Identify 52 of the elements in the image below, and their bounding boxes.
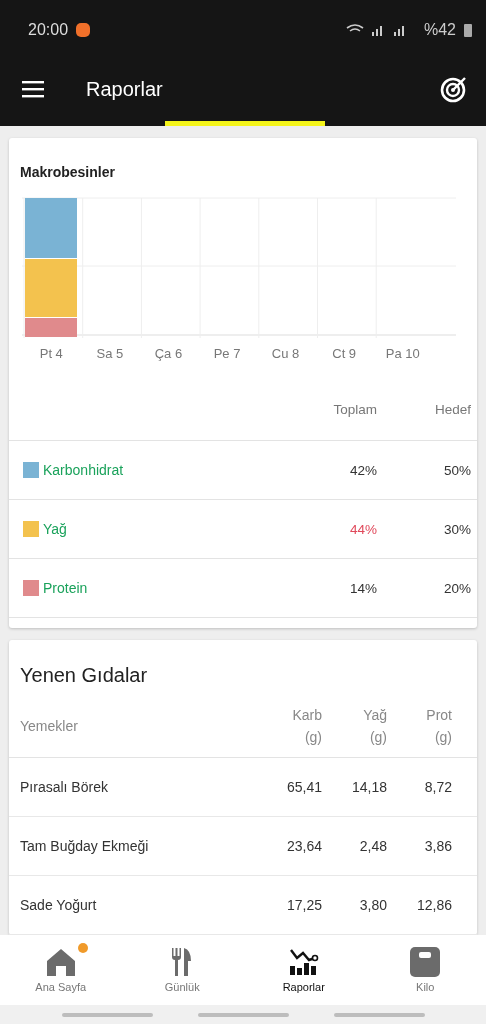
table-cell-text: Sade Yoğurt bbox=[20, 897, 98, 913]
axis-label: Ça 6 bbox=[153, 346, 184, 361]
target-value: 50% bbox=[442, 462, 471, 478]
table-cell-text: 8,72 bbox=[423, 779, 452, 795]
nav-tab[interactable]: Ana Sayfa bbox=[0, 935, 122, 1005]
table-cell-text: Tam Buğday Ekmeği bbox=[20, 838, 150, 854]
nav-tab[interactable]: Günlük bbox=[121, 935, 243, 1005]
target-value: 20% bbox=[442, 580, 471, 596]
house-icon bbox=[45, 948, 76, 976]
axis-label: Pt 4 bbox=[38, 346, 64, 361]
status-time: 20:00 bbox=[28, 21, 69, 39]
scale-icon bbox=[410, 947, 441, 977]
column-header: Karb (g) bbox=[291, 706, 322, 747]
battery-level: %42 bbox=[423, 21, 456, 39]
card-title: Yenen Gıdalar bbox=[19, 663, 149, 688]
card-title: Makrobesinler bbox=[19, 163, 116, 182]
table-cell-text: 12,86 bbox=[415, 897, 452, 913]
table-cell-text: Pırasalı Börek bbox=[20, 779, 109, 795]
table-cell-text: 65,41 bbox=[285, 779, 322, 795]
axis-label: Pe 7 bbox=[212, 346, 242, 361]
table-cell-text: 2,48 bbox=[358, 838, 387, 854]
total-value: 14% bbox=[348, 580, 377, 596]
app-title: Raporlar bbox=[86, 77, 163, 101]
table-cell-text: 3,80 bbox=[358, 897, 387, 913]
target-value: 30% bbox=[442, 521, 471, 537]
notification-app-icon bbox=[76, 23, 91, 37]
axis-label: Cu 8 bbox=[270, 346, 301, 361]
chart-icon bbox=[288, 948, 319, 976]
nav-tab[interactable]: Raporlar bbox=[243, 935, 365, 1005]
battery-icon bbox=[464, 23, 472, 37]
macro-name: Yağ bbox=[43, 521, 68, 537]
macro-name: Karbonhidrat bbox=[43, 462, 125, 478]
column-header: Hedef bbox=[433, 402, 471, 417]
column-header: Toplam bbox=[332, 402, 377, 417]
total-value: 44% bbox=[348, 521, 377, 537]
column-header: Prot (g) bbox=[425, 706, 452, 747]
macro-name: Protein bbox=[43, 580, 89, 596]
fork-knife-icon bbox=[171, 947, 194, 977]
table-cell-text: 3,86 bbox=[423, 838, 452, 854]
table-cell-text: 23,64 bbox=[285, 838, 322, 854]
table-cell-text: 14,18 bbox=[350, 779, 387, 795]
table-cell-text: 17,25 bbox=[285, 897, 322, 913]
total-value: 42% bbox=[348, 462, 377, 478]
target-icon[interactable] bbox=[440, 75, 468, 103]
axis-label: Pa 10 bbox=[384, 346, 421, 361]
column-header: Yemekler bbox=[20, 717, 79, 736]
nav-tab[interactable]: Kilo bbox=[364, 935, 486, 1005]
axis-label: Sa 5 bbox=[95, 346, 125, 361]
menu-icon[interactable] bbox=[22, 80, 44, 98]
column-header: Yağ (g) bbox=[362, 706, 387, 747]
bar-segment bbox=[25, 198, 77, 258]
axis-label: Ct 9 bbox=[331, 346, 358, 361]
